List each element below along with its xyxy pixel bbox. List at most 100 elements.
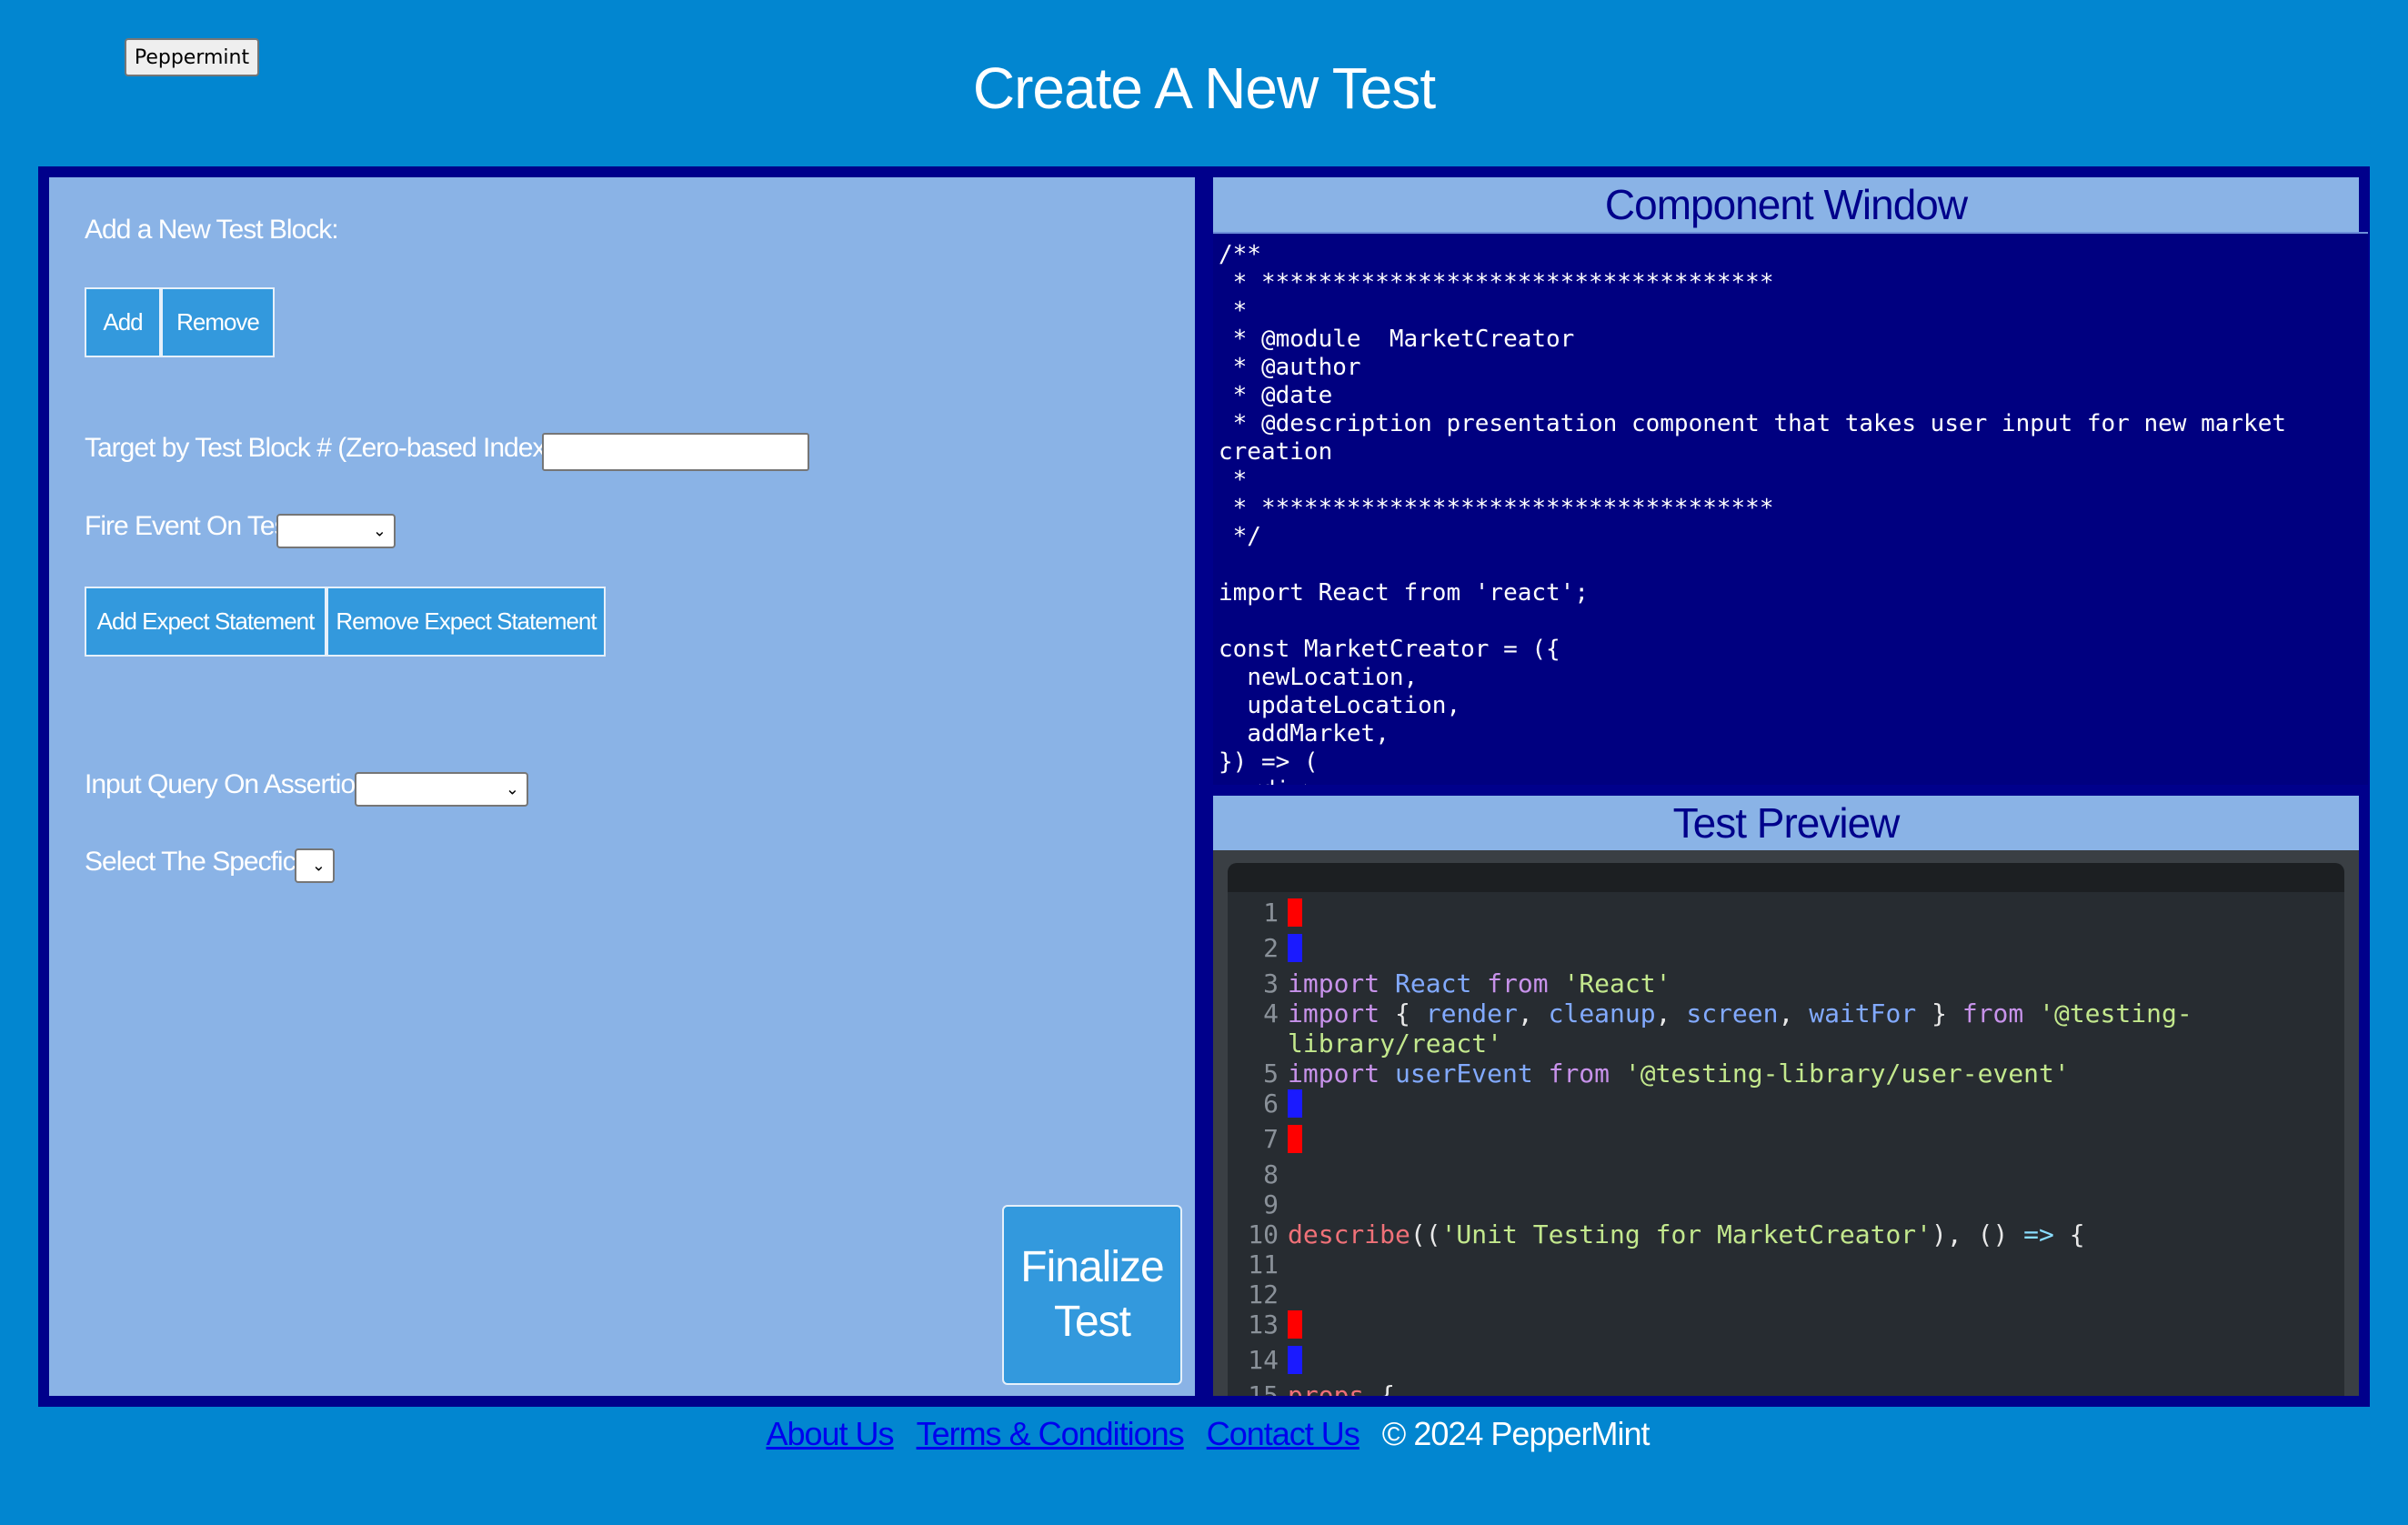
code-line: 3 import React from 'React' bbox=[1228, 968, 2344, 998]
contact-us-link[interactable]: Contact Us bbox=[1207, 1415, 1360, 1452]
test-preview-code: 1 2 3 import React from 'React' 4 import { re… bbox=[1228, 892, 2344, 1396]
code-token: { bbox=[1380, 1380, 1396, 1396]
line-content bbox=[1288, 1089, 2344, 1124]
fire-event-select[interactable]: ⌄ bbox=[276, 514, 396, 548]
component-code: /** * **********************************… bbox=[1219, 241, 2287, 785]
target-block-label: Target by Test Block # (Zero-based Index… bbox=[85, 433, 561, 463]
code-token: import bbox=[1288, 998, 1396, 1028]
blue-block-marker bbox=[1288, 934, 1302, 962]
line-content: describe(('Unit Testing for MarketCreato… bbox=[1288, 1219, 2344, 1249]
finalize-label-line1: Finalize bbox=[1020, 1243, 1164, 1291]
blue-block-marker bbox=[1288, 1089, 1302, 1118]
code-token: from bbox=[1962, 998, 2040, 1028]
line-content bbox=[1288, 898, 2344, 933]
line-number: 6 bbox=[1263, 1089, 1279, 1119]
chevron-down-icon: ⌄ bbox=[372, 521, 386, 541]
code-token: React bbox=[1395, 968, 1488, 998]
about-us-link[interactable]: About Us bbox=[766, 1415, 894, 1452]
code-token: cleanup bbox=[1548, 998, 1656, 1028]
line-number: 3 bbox=[1263, 968, 1279, 998]
line-content: import React from 'React' bbox=[1288, 968, 2344, 998]
code-line: 12 bbox=[1228, 1279, 2344, 1309]
code-token: , bbox=[1778, 998, 1810, 1028]
test-preview-editor: 1 2 3 import React from 'React' 4 import { re… bbox=[1228, 863, 2344, 1396]
line-number: 7 bbox=[1263, 1124, 1279, 1154]
red-block-marker bbox=[1288, 898, 1302, 927]
line-number: 15 bbox=[1248, 1380, 1279, 1396]
code-token: describe bbox=[1288, 1219, 1410, 1249]
component-window-title: Component Window bbox=[1213, 177, 2359, 232]
code-token: } bbox=[1916, 998, 1962, 1028]
code-token: from bbox=[1487, 968, 1564, 998]
specifics-label: Select The Specfics bbox=[85, 847, 309, 877]
line-content: import { render, cleanup, screen, waitFo… bbox=[1288, 998, 2344, 1058]
code-token: ), () bbox=[1931, 1219, 2024, 1249]
chevron-down-icon: ⌄ bbox=[505, 779, 519, 799]
code-token: (( bbox=[1410, 1219, 1441, 1249]
code-token: , bbox=[1517, 998, 1549, 1028]
line-number: 1 bbox=[1263, 898, 1279, 928]
terms-link[interactable]: Terms & Conditions bbox=[917, 1415, 1185, 1452]
code-line: 6 bbox=[1228, 1089, 2344, 1124]
code-token: { bbox=[2053, 1219, 2085, 1249]
page-title: Create A New Test bbox=[972, 55, 1436, 121]
line-content bbox=[1288, 1345, 2344, 1380]
red-block-marker bbox=[1288, 1310, 1302, 1339]
code-token: waitFor bbox=[1809, 998, 1917, 1028]
line-content bbox=[1288, 1124, 2344, 1159]
code-token: screen bbox=[1686, 998, 1779, 1028]
red-block-marker bbox=[1288, 1125, 1302, 1153]
remove-expect-button[interactable]: Remove Expect Statement bbox=[326, 587, 606, 657]
component-code-window[interactable]: /** * **********************************… bbox=[1213, 232, 2368, 785]
blue-block-marker bbox=[1288, 1346, 1302, 1374]
test-preview-title: Test Preview bbox=[1213, 796, 2359, 850]
code-line: 4 import { render, cleanup, screen, waitF… bbox=[1228, 998, 2344, 1058]
finalize-test-button[interactable]: Finalize Test bbox=[1002, 1205, 1182, 1385]
footer: About Us Terms & Conditions Contact Us ©… bbox=[0, 1415, 2408, 1453]
code-token: import bbox=[1288, 1058, 1396, 1089]
add-expect-button[interactable]: Add Expect Statement bbox=[85, 587, 326, 657]
code-line: 11 bbox=[1228, 1249, 2344, 1279]
code-line: 9 bbox=[1228, 1189, 2344, 1219]
line-content: import userEvent from '@testing-library/… bbox=[1288, 1058, 2344, 1089]
code-line: 14 bbox=[1228, 1345, 2344, 1380]
add-block-label: Add a New Test Block: bbox=[85, 215, 339, 245]
code-line: 13 bbox=[1228, 1309, 2344, 1345]
editor-toolbar bbox=[1228, 863, 2344, 892]
line-number: 13 bbox=[1248, 1309, 1279, 1339]
code-line: 10 describe(('Unit Testing for MarketCrea… bbox=[1228, 1219, 2344, 1249]
input-query-label: Input Query On Assertion bbox=[85, 769, 370, 799]
line-number: 5 bbox=[1263, 1058, 1279, 1089]
test-preview-window[interactable]: 1 2 3 import React from 'React' 4 import { re… bbox=[1213, 850, 2359, 1396]
code-line: 1 bbox=[1228, 898, 2344, 933]
line-number: 2 bbox=[1263, 933, 1279, 963]
line-number: 4 bbox=[1263, 998, 1279, 1028]
specifics-select[interactable]: ⌄ bbox=[295, 848, 335, 883]
code-line: 2 bbox=[1228, 933, 2344, 968]
target-block-input[interactable] bbox=[542, 433, 809, 471]
code-token: => bbox=[2023, 1219, 2054, 1249]
remove-block-button[interactable]: Remove bbox=[161, 287, 275, 357]
code-line: 7 bbox=[1228, 1124, 2344, 1159]
line-number: 12 bbox=[1248, 1279, 1279, 1309]
line-number: 9 bbox=[1263, 1189, 1279, 1219]
line-number: 10 bbox=[1248, 1219, 1279, 1249]
code-line: 15 props { bbox=[1228, 1380, 2344, 1396]
fire-event-label: Fire Event On Test bbox=[85, 511, 295, 541]
chevron-down-icon: ⌄ bbox=[311, 856, 326, 876]
add-block-button[interactable]: Add bbox=[85, 287, 161, 357]
line-content bbox=[1288, 1309, 2344, 1345]
line-content: props { bbox=[1288, 1380, 2344, 1396]
code-line: 5 import userEvent from '@testing-library… bbox=[1228, 1058, 2344, 1089]
code-token: { bbox=[1395, 998, 1426, 1028]
code-token: '@testing-library/user-event' bbox=[1624, 1058, 2070, 1089]
line-number: 14 bbox=[1248, 1345, 1279, 1375]
code-token: from bbox=[1548, 1058, 1625, 1089]
copyright-text: © 2024 PepperMint bbox=[1381, 1415, 1650, 1452]
code-line: 8 bbox=[1228, 1159, 2344, 1189]
input-query-select[interactable]: ⌄ bbox=[355, 772, 528, 807]
code-token: import bbox=[1288, 968, 1396, 998]
code-token: , bbox=[1655, 998, 1687, 1028]
code-token: render bbox=[1425, 998, 1518, 1028]
code-token: props bbox=[1288, 1380, 1380, 1396]
